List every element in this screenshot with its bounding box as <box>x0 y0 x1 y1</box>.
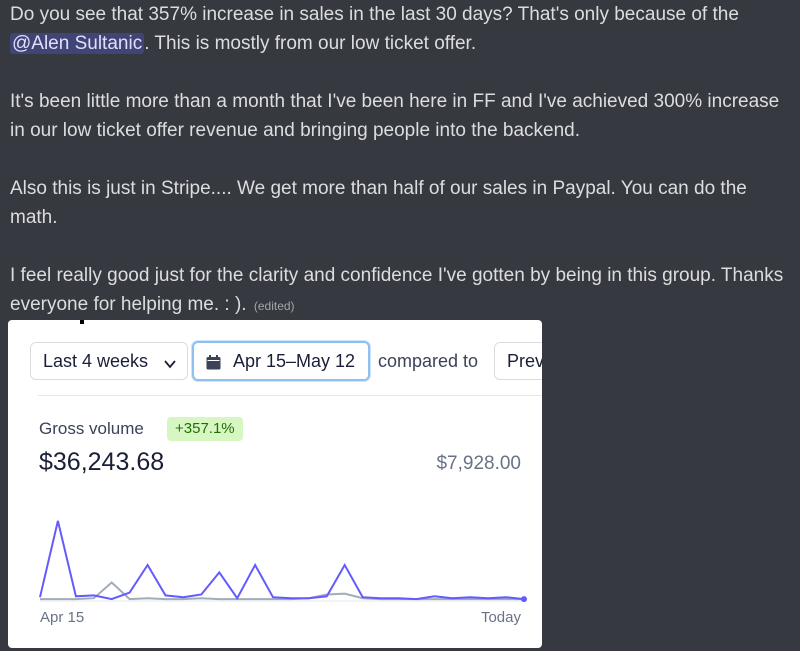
edited-marker: (edited) <box>253 299 295 313</box>
message-paragraph-3: Also this is just in Stripe.... We get m… <box>10 178 747 228</box>
previous-period-line <box>40 581 524 601</box>
image-attachment[interactable]: Last 4 weeks Apr 15–May 12 compared to P… <box>8 320 542 648</box>
divider <box>38 395 542 396</box>
date-range-picker[interactable]: Apr 15–May 12 <box>192 341 370 381</box>
current-value: $36,243.68 <box>39 448 165 476</box>
current-point-marker <box>521 596 527 603</box>
date-range-label: Apr 15–May 12 <box>233 350 356 371</box>
gross-volume-chart <box>39 520 527 603</box>
message-text: . This is mostly from our low ticket off… <box>144 33 477 54</box>
chat-message: Do you see that 357% increase in sales i… <box>10 0 795 321</box>
cropped-text-fragment <box>80 320 84 324</box>
period-label: Last 4 weeks <box>43 350 149 371</box>
date-filter-bar: Last 4 weeks Apr 15–May 12 compared to P… <box>30 341 542 382</box>
message-text: I feel really good just for the clarity … <box>10 265 784 315</box>
chevron-down-icon <box>163 355 177 376</box>
metric-label: Gross volume <box>39 419 144 438</box>
change-badge: +357.1% <box>167 417 243 441</box>
user-mention[interactable]: @Alen Sultanic <box>10 33 145 54</box>
calendar-icon <box>206 354 221 369</box>
current-period-line <box>39 520 525 601</box>
compared-to-label: compared to <box>378 351 479 371</box>
message-text: Do you see that 357% increase in sales i… <box>10 4 739 25</box>
x-axis-end-label: Today <box>480 609 521 626</box>
x-axis-start-label: Apr 15 <box>40 609 85 626</box>
previous-value: $7,928.00 <box>436 453 521 474</box>
message-paragraph-4: I feel really good just for the clarity … <box>10 261 795 321</box>
comparison-dropdown[interactable]: Prev <box>494 342 542 380</box>
comparison-label: Prev <box>507 350 542 371</box>
period-dropdown[interactable]: Last 4 weeks <box>30 342 188 380</box>
message-paragraph-1: Do you see that 357% increase in sales i… <box>10 0 795 58</box>
message-paragraph-2: It's been little more than a month that … <box>10 91 780 141</box>
